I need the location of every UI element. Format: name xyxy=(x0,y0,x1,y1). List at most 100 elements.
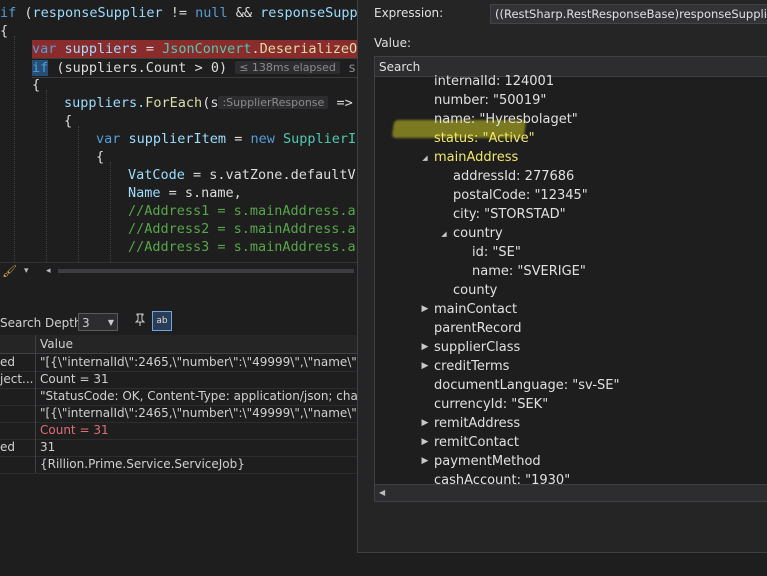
tree-node[interactable]: addressId: 277686 xyxy=(453,167,574,186)
watch-row[interactable]: ed 31 xyxy=(0,439,358,457)
code-line[interactable]: { xyxy=(96,148,104,166)
tree-node[interactable]: name: "SVERIGE" xyxy=(472,262,586,281)
tree-node[interactable]: ◢ country xyxy=(441,224,502,243)
expand-arrow-icon[interactable]: ▶ xyxy=(420,452,430,471)
value-column-header[interactable]: Value xyxy=(40,335,73,353)
perf-tip[interactable]: ≤ 138ms elapsed xyxy=(235,61,340,74)
code-line[interactable]: { xyxy=(0,22,8,40)
expand-arrow-icon[interactable]: ▶ xyxy=(420,338,430,357)
tree-node[interactable]: county xyxy=(453,281,497,300)
indent-guide xyxy=(110,162,111,262)
code-line[interactable]: VatCode = s.vatZone.defaultV xyxy=(128,166,356,184)
code-cleanup-brush-icon[interactable]: 🖌 xyxy=(2,263,17,279)
code-token: != xyxy=(162,5,196,21)
chevron-down-icon[interactable]: ▾ xyxy=(24,263,29,279)
value-tree[interactable]: Search internalId: 124001 number: "50019"… xyxy=(374,56,767,502)
expand-arrow-icon[interactable]: ▶ xyxy=(420,357,430,376)
watch-row-value: "StatusCode: OK, Content-Type: applicati… xyxy=(40,389,358,403)
code-token: && xyxy=(227,5,261,21)
watch-row-name: ject... xyxy=(0,372,33,386)
expand-arrow-icon[interactable]: ▶ xyxy=(420,414,430,433)
code-line[interactable]: //Address1 = s.mainAddress.a xyxy=(128,202,356,220)
tree-node-label: mainAddress xyxy=(434,150,519,165)
pin-icon-glyph xyxy=(134,313,146,326)
search-depth-dropdown[interactable]: 3 ▼ xyxy=(78,313,118,331)
scroll-left-arrow-icon[interactable]: ◂ xyxy=(46,263,51,279)
code-line[interactable]: //Address2 = s.mainAddress.a xyxy=(128,220,356,238)
column-splitter xyxy=(35,456,36,473)
tree-node[interactable]: ▶ mainContact xyxy=(422,300,518,319)
tree-node[interactable]: ◢ mainAddress xyxy=(422,148,519,167)
tree-node-label: mainContact xyxy=(434,302,518,317)
code-token: if xyxy=(0,5,17,21)
expand-arrow-icon[interactable]: ▶ xyxy=(420,433,430,452)
code-editor[interactable]: if (responseSupplier != null && response… xyxy=(0,0,358,262)
breakpoint-line[interactable]: var suppliers = JsonConvert.DeserializeO xyxy=(32,40,358,58)
watch-row[interactable]: "StatusCode: OK, Content-Type: applicati… xyxy=(0,388,358,406)
code-line[interactable]: Name = s.name, xyxy=(128,184,242,202)
code-token: JsonConvert xyxy=(162,41,252,57)
column-splitter xyxy=(35,422,36,439)
code-token: = s.vatZone.defaultV xyxy=(184,167,356,183)
tree-node[interactable]: ▶ paymentMethod xyxy=(422,452,541,471)
code-line[interactable]: { xyxy=(64,112,72,130)
watch-row-value: 31 xyxy=(40,440,56,454)
collapse-arrow-icon[interactable]: ◢ xyxy=(420,149,430,168)
tree-node[interactable]: name: "Hyresbolaget" xyxy=(434,110,578,129)
column-splitter xyxy=(35,405,36,422)
watch-row-value: "[{\"internalId\":2465,\"number\":\"4999… xyxy=(40,355,358,369)
search-depth-label: Search Depth: xyxy=(0,316,86,330)
tree-node[interactable]: status: "Active" xyxy=(434,129,535,148)
watch-row-value: "[{\"internalId\":2465,\"number\":\"4999… xyxy=(40,406,358,420)
collapse-arrow-icon[interactable]: ◢ xyxy=(439,225,449,244)
tree-node[interactable]: ▶ remitContact xyxy=(422,433,519,452)
tree-node[interactable]: number: "50019" xyxy=(434,91,546,110)
code-token: VatCode xyxy=(128,167,185,183)
tree-node[interactable]: city: "STORSTAD" xyxy=(453,205,566,224)
tree-node[interactable]: currencyId: "SEK" xyxy=(434,395,548,414)
tree-node[interactable]: documentLanguage: "sv-SE" xyxy=(434,376,620,395)
expression-input[interactable]: ((RestSharp.RestResponseBase)responseSup… xyxy=(490,4,767,24)
tree-node[interactable]: ▶ remitAddress xyxy=(422,414,521,433)
code-token: var xyxy=(96,131,121,147)
tree-node-label: name: "Hyresbolaget" xyxy=(434,112,578,127)
column-splitter xyxy=(35,354,36,371)
horizontal-scrollbar[interactable]: ◀ xyxy=(375,484,767,501)
expand-arrow-icon[interactable]: ▶ xyxy=(420,300,430,319)
tree-node[interactable]: id: "SE" xyxy=(472,243,521,262)
code-token: = xyxy=(226,131,251,147)
tree-node[interactable]: parentRecord xyxy=(434,319,522,338)
watch-row[interactable]: {Rillion.Prime.Service.ServiceJob} xyxy=(0,456,358,474)
watch-row[interactable]: Count = 31 xyxy=(0,422,358,440)
code-line[interactable]: if (responseSupplier != null && response… xyxy=(0,4,358,22)
code-token: supplierItem xyxy=(128,131,227,147)
inline-type-hint: :SupplierResponse xyxy=(218,96,329,109)
tree-node[interactable]: postalCode: "12345" xyxy=(453,186,588,205)
pin-icon[interactable] xyxy=(132,313,148,331)
expression-label: Expression: xyxy=(374,6,444,20)
tree-node[interactable]: internalId: 124001 xyxy=(434,72,554,91)
watch-row-name: ed xyxy=(0,440,15,454)
watch-row[interactable]: "[{\"internalId\":2465,\"number\":\"4999… xyxy=(0,405,358,423)
code-line[interactable]: var supplierItem = new SupplierI xyxy=(96,130,356,148)
text-visualizer-icon[interactable]: ab xyxy=(152,311,172,331)
tree-node[interactable]: ▶ creditTerms xyxy=(422,357,510,376)
column-splitter[interactable] xyxy=(35,335,36,353)
tree-node-label: currencyId: "SEK" xyxy=(434,397,549,412)
column-splitter xyxy=(35,439,36,456)
code-line[interactable]: suppliers.ForEach(s:SupplierResponse => xyxy=(64,94,353,112)
code-token: responseSupp xyxy=(260,5,358,21)
horizontal-scrollbar[interactable] xyxy=(58,269,354,273)
watch-row[interactable]: ed "[{\"internalId\":2465,\"number\":\"49… xyxy=(0,354,358,372)
code-token: { xyxy=(32,77,41,93)
current-statement-line[interactable]: if (suppliers.Count > 0) ≤ 138ms elapsed… xyxy=(32,58,358,78)
tree-node[interactable]: ▶ supplierClass xyxy=(422,338,521,357)
watch-row[interactable]: ject... Count = 31 xyxy=(0,371,358,389)
code-line[interactable]: //Address3 = s.mainAddress.a xyxy=(128,238,356,256)
scroll-left-arrow-icon[interactable]: ◀ xyxy=(379,485,385,501)
code-line[interactable]: { xyxy=(32,76,40,94)
chevron-down-icon: ▼ xyxy=(107,318,114,327)
code-token: = s.name, xyxy=(160,185,242,201)
watch-row-value: Count = 31 xyxy=(40,372,109,386)
tree-node-label: status: "Active" xyxy=(434,131,535,146)
